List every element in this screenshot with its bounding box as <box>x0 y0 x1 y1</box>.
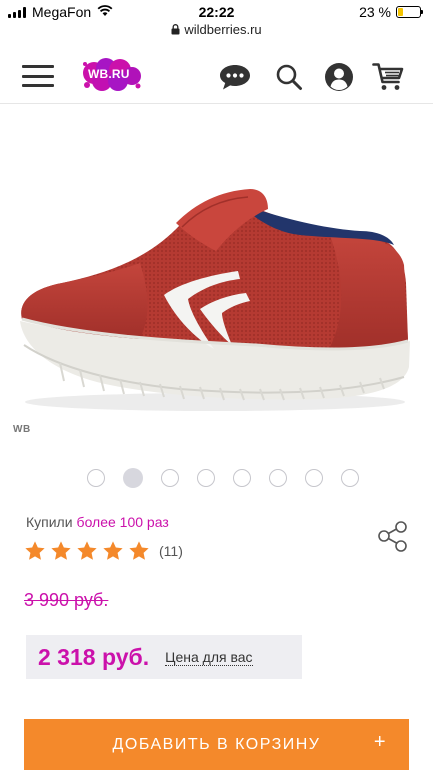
carousel-dot[interactable] <box>232 469 251 487</box>
chat-icon[interactable] <box>219 62 251 92</box>
plus-icon: + <box>373 731 387 753</box>
star-icon <box>51 541 71 560</box>
add-to-cart-button[interactable]: ДОБАВИТЬ В КОРЗИНУ + <box>24 719 409 770</box>
menu-icon[interactable] <box>22 65 54 87</box>
product-image[interactable] <box>0 105 433 445</box>
carousel-dot[interactable] <box>196 469 215 487</box>
carousel-dot[interactable] <box>160 469 179 487</box>
account-icon[interactable] <box>323 62 355 92</box>
lock-icon <box>171 24 180 35</box>
add-to-cart-label: ДОБАВИТЬ В КОРЗИНУ <box>112 735 321 753</box>
star-icon <box>25 541 45 560</box>
price-box: 2 318 руб. Цена для вас <box>26 635 302 679</box>
image-carousel-dots <box>0 468 433 488</box>
star-icon <box>129 541 149 560</box>
purchase-value: более 100 раз <box>76 514 169 530</box>
carousel-dot[interactable] <box>122 468 143 488</box>
star-icon <box>103 541 123 560</box>
current-price: 2 318 руб. <box>38 643 150 670</box>
purchase-label: Купили <box>26 514 73 530</box>
carousel-dot[interactable] <box>340 469 359 487</box>
battery-percent: 23 % <box>359 4 391 20</box>
old-price: 3 990 руб. <box>24 590 109 610</box>
star-icon <box>77 541 97 560</box>
carousel-dot[interactable] <box>86 469 105 487</box>
purchase-count: Купили более 100 раз <box>26 514 169 530</box>
logo-text: WB.RU <box>88 67 130 81</box>
cart-icon[interactable] <box>372 62 404 92</box>
url-text: wildberries.ru <box>184 22 262 37</box>
battery-icon <box>396 6 423 18</box>
review-count[interactable]: (11) <box>159 543 183 559</box>
brand-watermark: WB <box>13 424 31 435</box>
search-icon[interactable] <box>273 62 305 92</box>
share-icon[interactable] <box>377 521 409 553</box>
rating-stars <box>24 540 154 562</box>
logo[interactable]: WB.RU <box>80 56 144 94</box>
site-header: WB.RU <box>0 48 433 104</box>
address-bar[interactable]: wildberries.ru <box>0 22 433 37</box>
rating[interactable]: (11) <box>24 540 183 562</box>
status-bar: MegaFon 22:22 23 % wildberries.ru <box>0 0 433 44</box>
carousel-dot[interactable] <box>304 469 323 487</box>
price-note-link[interactable]: Цена для вас <box>165 649 253 666</box>
carousel-dot[interactable] <box>268 469 287 487</box>
